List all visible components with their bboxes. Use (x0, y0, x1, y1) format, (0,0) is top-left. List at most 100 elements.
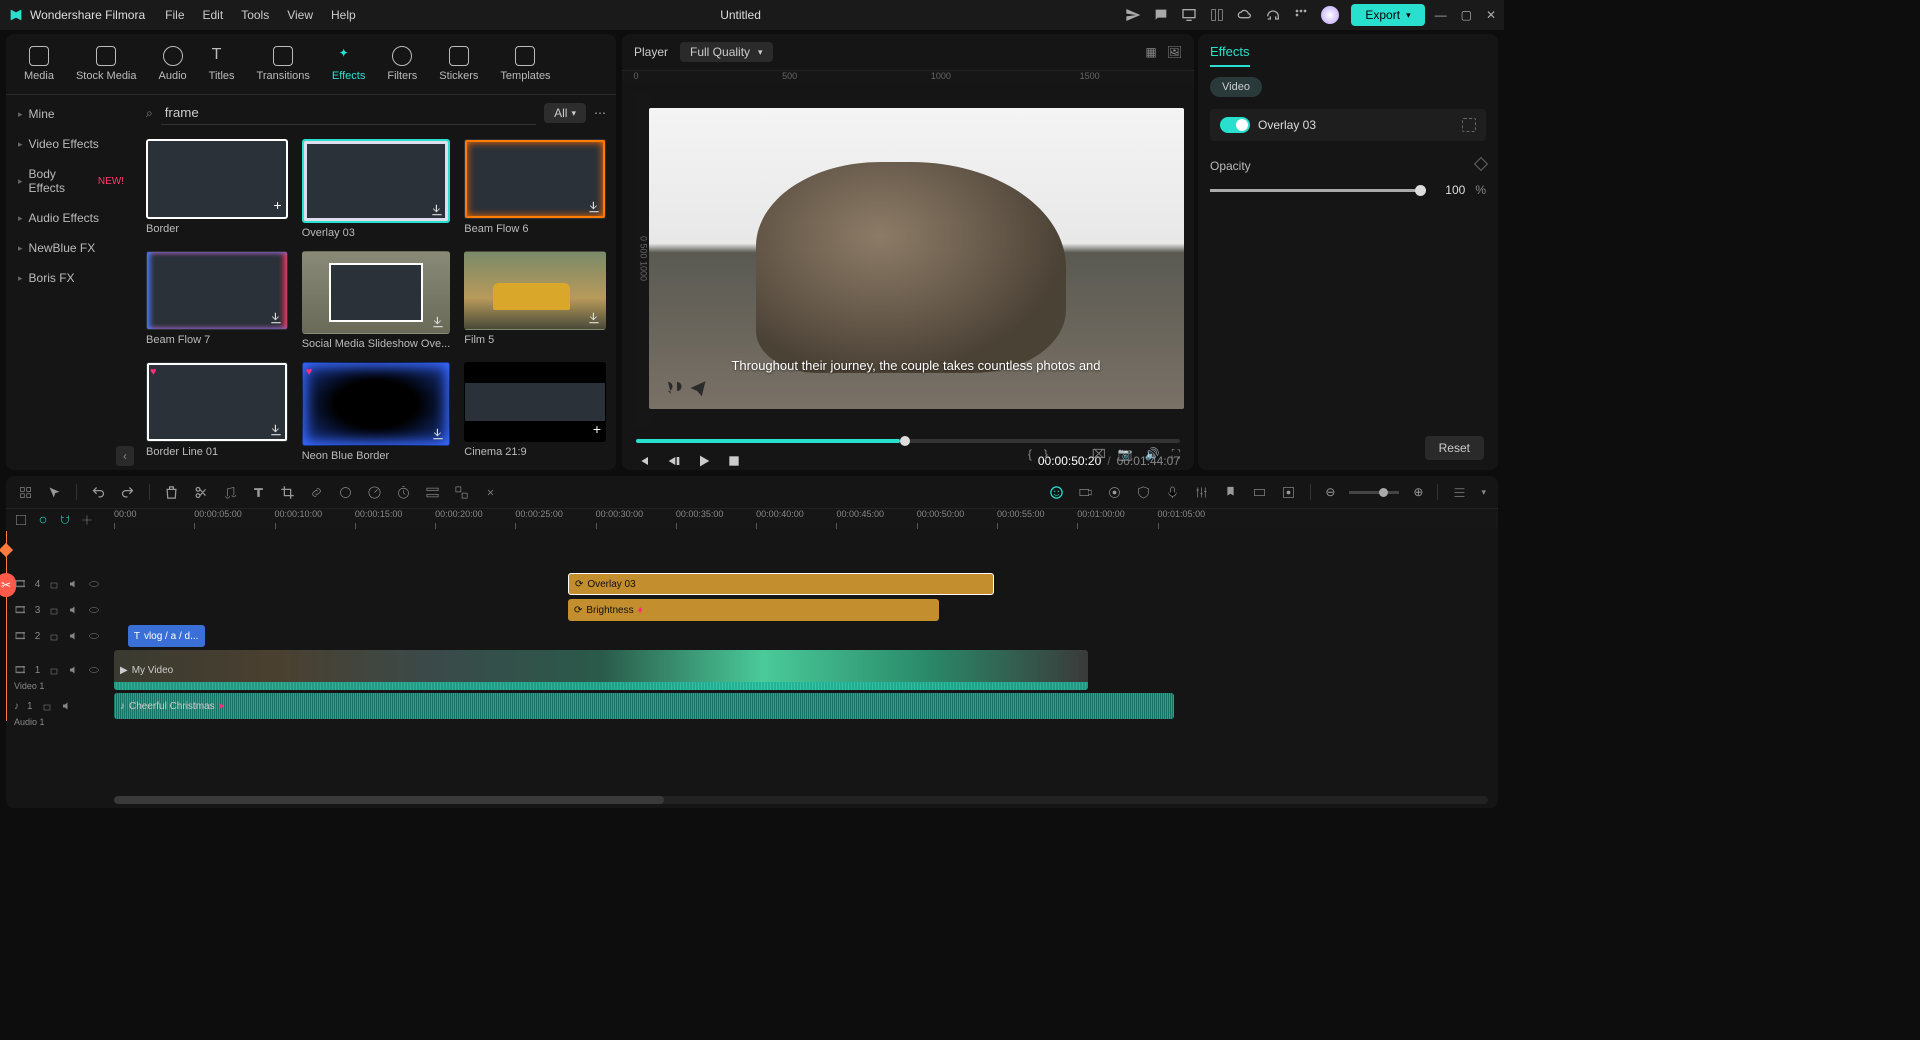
timeline-ruler[interactable]: 00:00 00:00:05:00 00:00:10:00 00:00:15:0… (114, 509, 1498, 529)
more-options-icon[interactable]: ⋯ (594, 106, 606, 120)
tab-filters[interactable]: Filters (379, 42, 425, 86)
seek-bar[interactable] (636, 439, 1180, 443)
text-icon[interactable] (251, 485, 266, 500)
layout-icon[interactable]: ▦ (1145, 45, 1156, 59)
screen-icon[interactable]: ⌧ (1092, 447, 1106, 462)
chat-icon[interactable] (1153, 7, 1169, 23)
mute-icon[interactable] (68, 630, 80, 642)
snapshot-icon[interactable]: 📷 (1118, 447, 1133, 462)
crop-icon[interactable] (280, 485, 295, 500)
effect-cinema-219[interactable]: +Cinema 21:9 (464, 362, 606, 462)
magnet-icon[interactable] (58, 513, 72, 527)
effect-overlay-03[interactable]: Overlay 03 (302, 139, 451, 239)
download-icon[interactable] (269, 311, 283, 325)
tab-media[interactable]: Media (16, 42, 62, 86)
mic-icon[interactable] (1165, 485, 1180, 500)
mute-icon[interactable] (68, 578, 80, 590)
effect-social-slideshow[interactable]: Social Media Slideshow Ove... (302, 251, 451, 351)
library-icon[interactable] (1209, 7, 1225, 23)
redo-icon[interactable] (120, 485, 135, 500)
audio-edit-icon[interactable] (222, 485, 237, 500)
lock-icon[interactable] (41, 700, 53, 712)
effect-beam-flow-7[interactable]: Beam Flow 7 (146, 251, 288, 351)
tab-stock-media[interactable]: Stock Media (68, 42, 145, 86)
export-button[interactable]: Export▾ (1351, 4, 1424, 26)
cat-boris-fx[interactable]: Boris FX (6, 263, 136, 293)
duration-icon[interactable] (1252, 485, 1267, 500)
tab-effects[interactable]: ✦Effects (324, 42, 373, 86)
cat-body-effects[interactable]: Body EffectsNEW! (6, 159, 136, 203)
preview-viewport[interactable]: Throughout their journey, the couple tak… (649, 108, 1184, 409)
zoom-slider[interactable] (1349, 491, 1399, 494)
menu-help[interactable]: Help (331, 8, 356, 22)
effect-beam-flow-6[interactable]: Beam Flow 6 (464, 139, 606, 239)
render-icon[interactable] (1281, 485, 1296, 500)
monitor-icon[interactable] (1181, 7, 1197, 23)
menu-tools[interactable]: Tools (241, 8, 269, 22)
download-icon[interactable] (431, 427, 445, 441)
zoom-in-icon[interactable]: ⊕ (1413, 485, 1423, 499)
clip-overlay-03[interactable]: ⟳Overlay 03 (568, 573, 994, 595)
timeline-scrollbar[interactable] (114, 796, 1488, 804)
play-icon[interactable] (696, 453, 712, 469)
shield-icon[interactable] (1136, 485, 1151, 500)
download-icon[interactable] (587, 200, 601, 214)
color-icon[interactable] (338, 485, 353, 500)
menu-view[interactable]: View (287, 8, 313, 22)
mark-in-icon[interactable]: { (1028, 447, 1032, 462)
visibility-icon[interactable] (88, 578, 100, 590)
track-icon[interactable] (425, 485, 440, 500)
visibility-icon[interactable] (88, 630, 100, 642)
link-icon[interactable] (309, 485, 324, 500)
speed-icon[interactable] (367, 485, 382, 500)
props-subtab-video[interactable]: Video (1210, 77, 1262, 97)
download-icon[interactable] (269, 423, 283, 437)
apps-icon[interactable] (1293, 7, 1309, 23)
tab-titles[interactable]: TTitles (201, 42, 243, 86)
camera-icon[interactable] (1078, 485, 1093, 500)
ai-face-icon[interactable] (1049, 485, 1064, 500)
snap-icon[interactable] (14, 513, 28, 527)
quality-dropdown[interactable]: Full Quality▾ (680, 42, 773, 62)
tab-templates[interactable]: Templates (492, 42, 558, 86)
download-icon[interactable] (431, 315, 445, 329)
mute-icon[interactable] (68, 604, 80, 616)
marker-icon[interactable] (1223, 485, 1238, 500)
stop-icon[interactable] (726, 453, 742, 469)
timer-icon[interactable] (396, 485, 411, 500)
prev-frame-icon[interactable] (636, 453, 652, 469)
headset-icon[interactable] (1265, 7, 1281, 23)
close-button[interactable]: ✕ (1486, 8, 1496, 22)
lock-icon[interactable] (48, 604, 60, 616)
menu-file[interactable]: File (165, 8, 184, 22)
add-icon[interactable]: + (593, 421, 601, 437)
send-icon[interactable] (1125, 7, 1141, 23)
reset-effect-icon[interactable] (1462, 118, 1476, 132)
mute-icon[interactable] (68, 664, 80, 676)
tab-transitions[interactable]: Transitions (249, 42, 318, 86)
lock-icon[interactable] (48, 578, 60, 590)
pointer-icon[interactable] (47, 485, 62, 500)
mixer-icon[interactable] (1194, 485, 1209, 500)
mute-icon[interactable] (61, 700, 73, 712)
visibility-icon[interactable] (88, 604, 100, 616)
delete-icon[interactable] (164, 485, 179, 500)
maximize-button[interactable]: ▢ (1461, 8, 1472, 22)
clip-video-main[interactable]: ▶My Video (114, 650, 1088, 690)
group-icon[interactable] (454, 485, 469, 500)
tab-audio[interactable]: Audio (151, 42, 195, 86)
tab-stickers[interactable]: Stickers (431, 42, 486, 86)
keyframe-icon[interactable] (1474, 157, 1488, 171)
image-icon[interactable]: 🖼 (1167, 45, 1182, 59)
download-icon[interactable] (430, 203, 444, 217)
auto-icon[interactable] (80, 513, 94, 527)
clip-text[interactable]: Tvlog / a / d... (128, 625, 206, 647)
cat-audio-effects[interactable]: Audio Effects (6, 203, 136, 233)
effect-enabled-toggle[interactable] (1220, 117, 1250, 133)
split-icon[interactable] (193, 485, 208, 500)
collapse-sidebar-button[interactable]: ‹ (116, 446, 134, 466)
visibility-icon[interactable] (88, 664, 100, 676)
grid-icon[interactable] (18, 485, 33, 500)
avatar[interactable] (1321, 6, 1339, 24)
clip-brightness[interactable]: ⟳Brightness♦ (568, 599, 939, 621)
